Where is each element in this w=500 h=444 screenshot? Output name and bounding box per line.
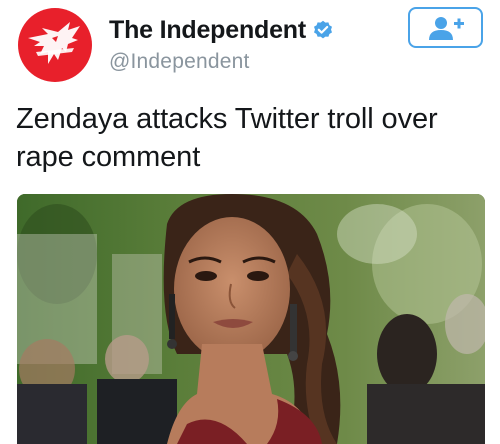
- tweet-photo[interactable]: [17, 194, 485, 444]
- account-display-name[interactable]: The Independent: [109, 16, 306, 45]
- eagle-logo-icon: [28, 22, 80, 64]
- account-names: The Independent @Independent: [109, 14, 333, 74]
- account-avatar[interactable]: [18, 8, 92, 82]
- photo-icon: [17, 194, 485, 444]
- follow-button[interactable]: [408, 7, 483, 48]
- tweet-card: The Independent @Independent Zendaya att…: [0, 0, 500, 444]
- add-user-icon: [428, 16, 464, 40]
- tweet-text: Zendaya attacks Twitter troll over rape …: [16, 103, 438, 173]
- account-handle[interactable]: @Independent: [109, 50, 333, 74]
- verified-badge-icon: [313, 20, 333, 40]
